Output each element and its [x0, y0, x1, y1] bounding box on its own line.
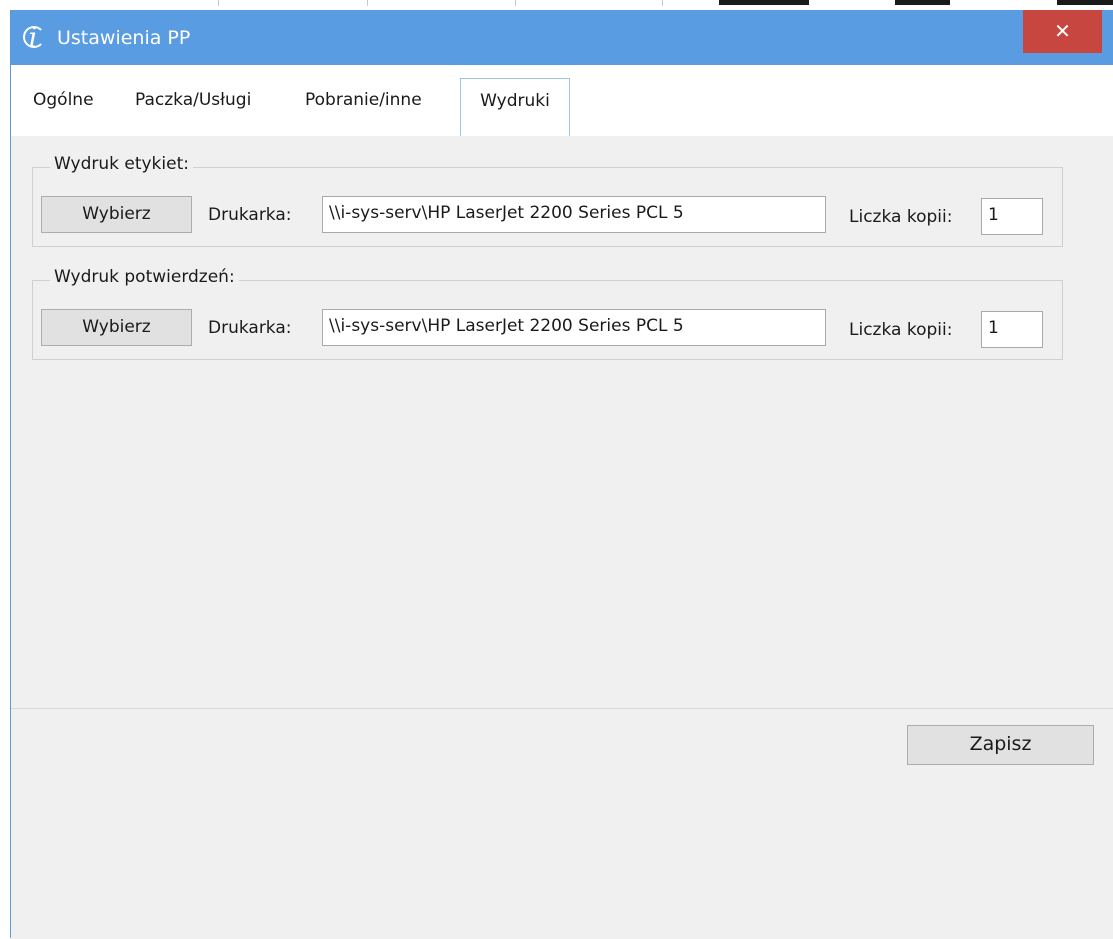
tab-general[interactable]: Ogólne: [31, 90, 96, 110]
tab-strip: Ogólne Paczka/Usługi Pobranie/inne Wydru…: [11, 65, 1113, 136]
copies-field[interactable]: 1: [981, 311, 1043, 348]
app-logo-icon: i: [19, 24, 47, 52]
window-title: Ustawienia PP: [57, 27, 191, 49]
printer-label: Drukarka:: [208, 205, 292, 225]
choose-printer-button[interactable]: Wybierz: [41, 196, 192, 233]
tab-printouts[interactable]: Wydruki: [460, 78, 570, 136]
group-legend: Wydruk etykiet:: [50, 154, 193, 174]
background-text-fragment: [895, 0, 950, 5]
background-tick: [218, 0, 219, 6]
settings-dialog: i Ustawienia PP ✕ Ogólne Paczka/Usługi P…: [10, 10, 1113, 939]
copies-label: Liczka kopii:: [849, 207, 953, 227]
background-text-fragment: [719, 0, 809, 5]
save-button[interactable]: Zapisz: [907, 725, 1094, 765]
background-tick: [662, 0, 663, 6]
close-button[interactable]: ✕: [1023, 10, 1102, 53]
choose-printer-button[interactable]: Wybierz: [41, 309, 192, 346]
background-tick: [515, 0, 516, 6]
background-text-fragment: [1057, 0, 1113, 5]
group-legend: Wydruk potwierdzeń:: [50, 267, 239, 287]
title-bar[interactable]: i Ustawienia PP ✕: [11, 10, 1113, 65]
dialog-footer: Zapisz: [11, 708, 1113, 939]
copies-field[interactable]: 1: [981, 198, 1043, 235]
confirmation-printing-group: Wydruk potwierdzeń: Wybierz Drukarka: \\…: [32, 267, 1063, 360]
tab-package-services[interactable]: Paczka/Usługi: [133, 90, 253, 110]
background-tick: [367, 0, 368, 6]
background-window-strip: [0, 0, 1113, 10]
printer-field[interactable]: \\i-sys-serv\HP LaserJet 2200 Series PCL…: [322, 309, 826, 346]
printouts-panel: Wydruk etykiet: Wybierz Drukarka: \\i-sy…: [11, 136, 1113, 709]
printer-field[interactable]: \\i-sys-serv\HP LaserJet 2200 Series PCL…: [322, 196, 826, 233]
tab-cod-other[interactable]: Pobranie/inne: [303, 90, 424, 110]
label-printing-group: Wydruk etykiet: Wybierz Drukarka: \\i-sy…: [32, 154, 1063, 247]
printer-label: Drukarka:: [208, 318, 292, 338]
copies-label: Liczka kopii:: [849, 320, 953, 340]
